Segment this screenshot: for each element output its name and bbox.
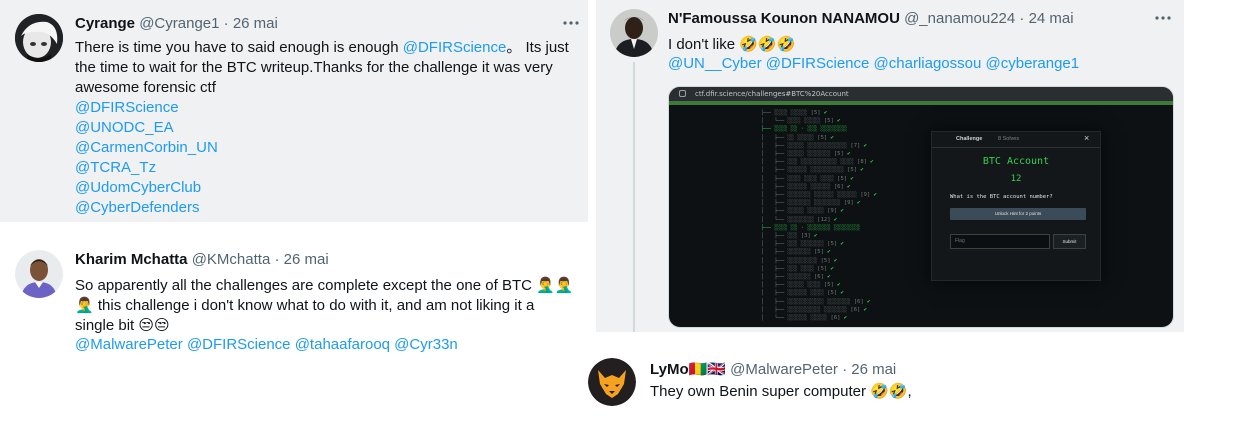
text-segment: single bit: [75, 317, 139, 334]
flag-input: Flag: [950, 234, 1050, 249]
tab-challenge: Challenge: [956, 136, 983, 142]
avatar[interactable]: [15, 250, 63, 298]
tweet-text-line: single bit 😒😒: [75, 315, 573, 335]
mention-link[interactable]: @DFIRScience: [187, 336, 291, 353]
user-handle[interactable]: @Cyrange1: [139, 15, 219, 32]
text-segment: I don't like: [668, 36, 740, 53]
tweet-lymo[interactable]: LyMo🇬🇳🇬🇧 @MalwarePeter · 26 mai They own…: [588, 345, 1184, 437]
display-name[interactable]: Cyrange: [75, 15, 135, 32]
mention-link[interactable]: @MalwarePeter: [75, 336, 183, 353]
avatar[interactable]: [610, 9, 658, 57]
user-handle[interactable]: @KMchatta: [192, 251, 271, 268]
tweet-date[interactable]: · 26 mai: [224, 15, 278, 32]
tweet-text-line: I don't like 🤣🤣🤣: [668, 34, 1079, 54]
mention-link[interactable]: @UNODC_EA: [75, 118, 569, 138]
mention-link[interactable]: @DFIRScience: [75, 98, 569, 118]
user-handle[interactable]: @_nanamou224: [904, 10, 1015, 27]
mention-link[interactable]: @CyberDefenders: [75, 198, 569, 218]
facepalm-emoji: 🤦‍♂️🤦‍♂️: [536, 276, 574, 294]
tweet-text: I don't like 🤣🤣🤣 @UN__Cyber @DFIRScience…: [668, 34, 1079, 74]
rofl-emoji: 🤣🤣🤣: [739, 35, 796, 53]
tweet-text: There is time you have to said enough is…: [75, 38, 569, 218]
tweet-text-line: the time to wait for the BTC writeup.Tha…: [75, 59, 553, 76]
mention-row: @MalwarePeter @DFIRScience @tahaafarooq …: [75, 335, 573, 355]
challenge-tree: ├── ░░░░ ░░░░░ [5] ✔ │ └── ░░░░ ░░░░░ [5…: [761, 110, 877, 322]
mention-row: @UN__Cyber @DFIRScience @charliagossou @…: [668, 54, 1079, 74]
text-segment: There is time you have to said enough is…: [75, 39, 403, 56]
display-name[interactable]: N'Famoussa Kounon NANAMOU: [668, 10, 900, 27]
flag-emoji: 🇬🇳🇬🇧: [688, 360, 726, 378]
avatar[interactable]: [15, 14, 63, 62]
browser-url: ctf.dfir.science/challenges#BTC%20Accoun…: [695, 90, 849, 98]
mention-link[interactable]: @DFIRScience: [766, 55, 870, 72]
tab-solves: 8 Solves: [998, 136, 1020, 142]
thread-connector: [633, 62, 635, 332]
mention-link[interactable]: @UN__Cyber: [668, 55, 762, 72]
mention-link[interactable]: @Cyr33n: [394, 336, 458, 353]
mention-link[interactable]: @TCRA_Tz: [75, 158, 569, 178]
tweet-text-line: So apparently all the challenges are com…: [75, 275, 573, 295]
avatar-image: [610, 9, 658, 57]
challenge-question: What is the BTC account number?: [950, 194, 1053, 200]
tweet-text: They own Benin super computer 🤣🤣,: [650, 381, 912, 401]
tweet-text-line: There is time you have to said enough is…: [75, 38, 569, 58]
mention-link[interactable]: @tahaafarooq: [295, 336, 390, 353]
more-horizontal-icon[interactable]: [561, 17, 581, 31]
mention-link[interactable]: @charliagossou: [874, 55, 982, 72]
facepalm-emoji: 🤦‍♂️: [75, 296, 94, 314]
tweet-header: Cyrange @Cyrange1 · 26 mai: [75, 14, 278, 34]
tweet-date[interactable]: · 24 mai: [1019, 10, 1073, 27]
attached-screenshot[interactable]: ctf.dfir.science/challenges#BTC%20Accoun…: [668, 86, 1174, 328]
rofl-emoji: 🤣🤣: [870, 382, 908, 400]
tweet-cyrange[interactable]: Cyrange @Cyrange1 · 26 mai There is time…: [0, 0, 588, 222]
text-segment: ,: [907, 383, 912, 400]
challenge-modal: Challenge 8 Solves × BTC Account 12 What…: [931, 131, 1101, 281]
mention-link[interactable]: @CarmenCorbin_UN: [75, 138, 569, 158]
more-horizontal-icon[interactable]: [1153, 12, 1173, 26]
avatar[interactable]: [588, 358, 636, 406]
mention-link[interactable]: @cyberange1: [986, 55, 1080, 72]
text-segment: 。 Its just: [506, 39, 569, 56]
challenge-points: 12: [1010, 174, 1022, 184]
tweet-kharim[interactable]: Kharim Mchatta @KMchatta · 26 mai So app…: [0, 236, 588, 366]
text-segment: So apparently all the challenges are com…: [75, 277, 537, 294]
tweet-text-line: They own Benin super computer 🤣🤣,: [650, 381, 912, 401]
unlock-hint-button: Unlock Hint for 2 points: [950, 208, 1086, 220]
display-name[interactable]: Kharim Mchatta: [75, 251, 188, 268]
tweet-header: LyMo🇬🇳🇬🇧 @MalwarePeter · 26 mai: [650, 359, 896, 380]
display-name[interactable]: LyMo: [650, 361, 689, 378]
close-icon: ×: [1084, 133, 1090, 143]
text-segment: They own Benin super computer: [650, 383, 871, 400]
submit-button: Submit: [1053, 234, 1086, 249]
lock-icon: [679, 90, 686, 97]
site-navbar: [669, 101, 1173, 105]
wolves-logo-icon: [588, 358, 636, 406]
unamused-emoji: 😒😒: [138, 316, 170, 334]
tweet-date[interactable]: · 26 mai: [274, 251, 328, 268]
tweet-text-line: awesome forensic ctf: [75, 79, 216, 96]
avatar-image: [15, 14, 63, 62]
tweet-header: Kharim Mchatta @KMchatta · 26 mai: [75, 250, 329, 270]
user-handle[interactable]: @MalwarePeter: [730, 361, 838, 378]
tweet-text: So apparently all the challenges are com…: [75, 275, 573, 355]
tweet-text-line: 🤦‍♂️ this challenge i don't know what to…: [75, 295, 573, 315]
mention-link[interactable]: @UdomCyberClub: [75, 178, 569, 198]
browser-address-bar: ctf.dfir.science/challenges#BTC%20Accoun…: [669, 87, 1173, 101]
tweet-header: N'Famoussa Kounon NANAMOU @_nanamou224 ·…: [668, 9, 1074, 29]
tweet-date[interactable]: · 26 mai: [842, 361, 896, 378]
avatar-image: [15, 250, 63, 298]
modal-tabs: Challenge 8 Solves ×: [932, 132, 1100, 148]
mention-link[interactable]: @DFIRScience: [403, 39, 507, 56]
challenge-title: BTC Account: [982, 156, 1050, 167]
text-segment: this challenge i don't know what to do w…: [93, 297, 535, 314]
